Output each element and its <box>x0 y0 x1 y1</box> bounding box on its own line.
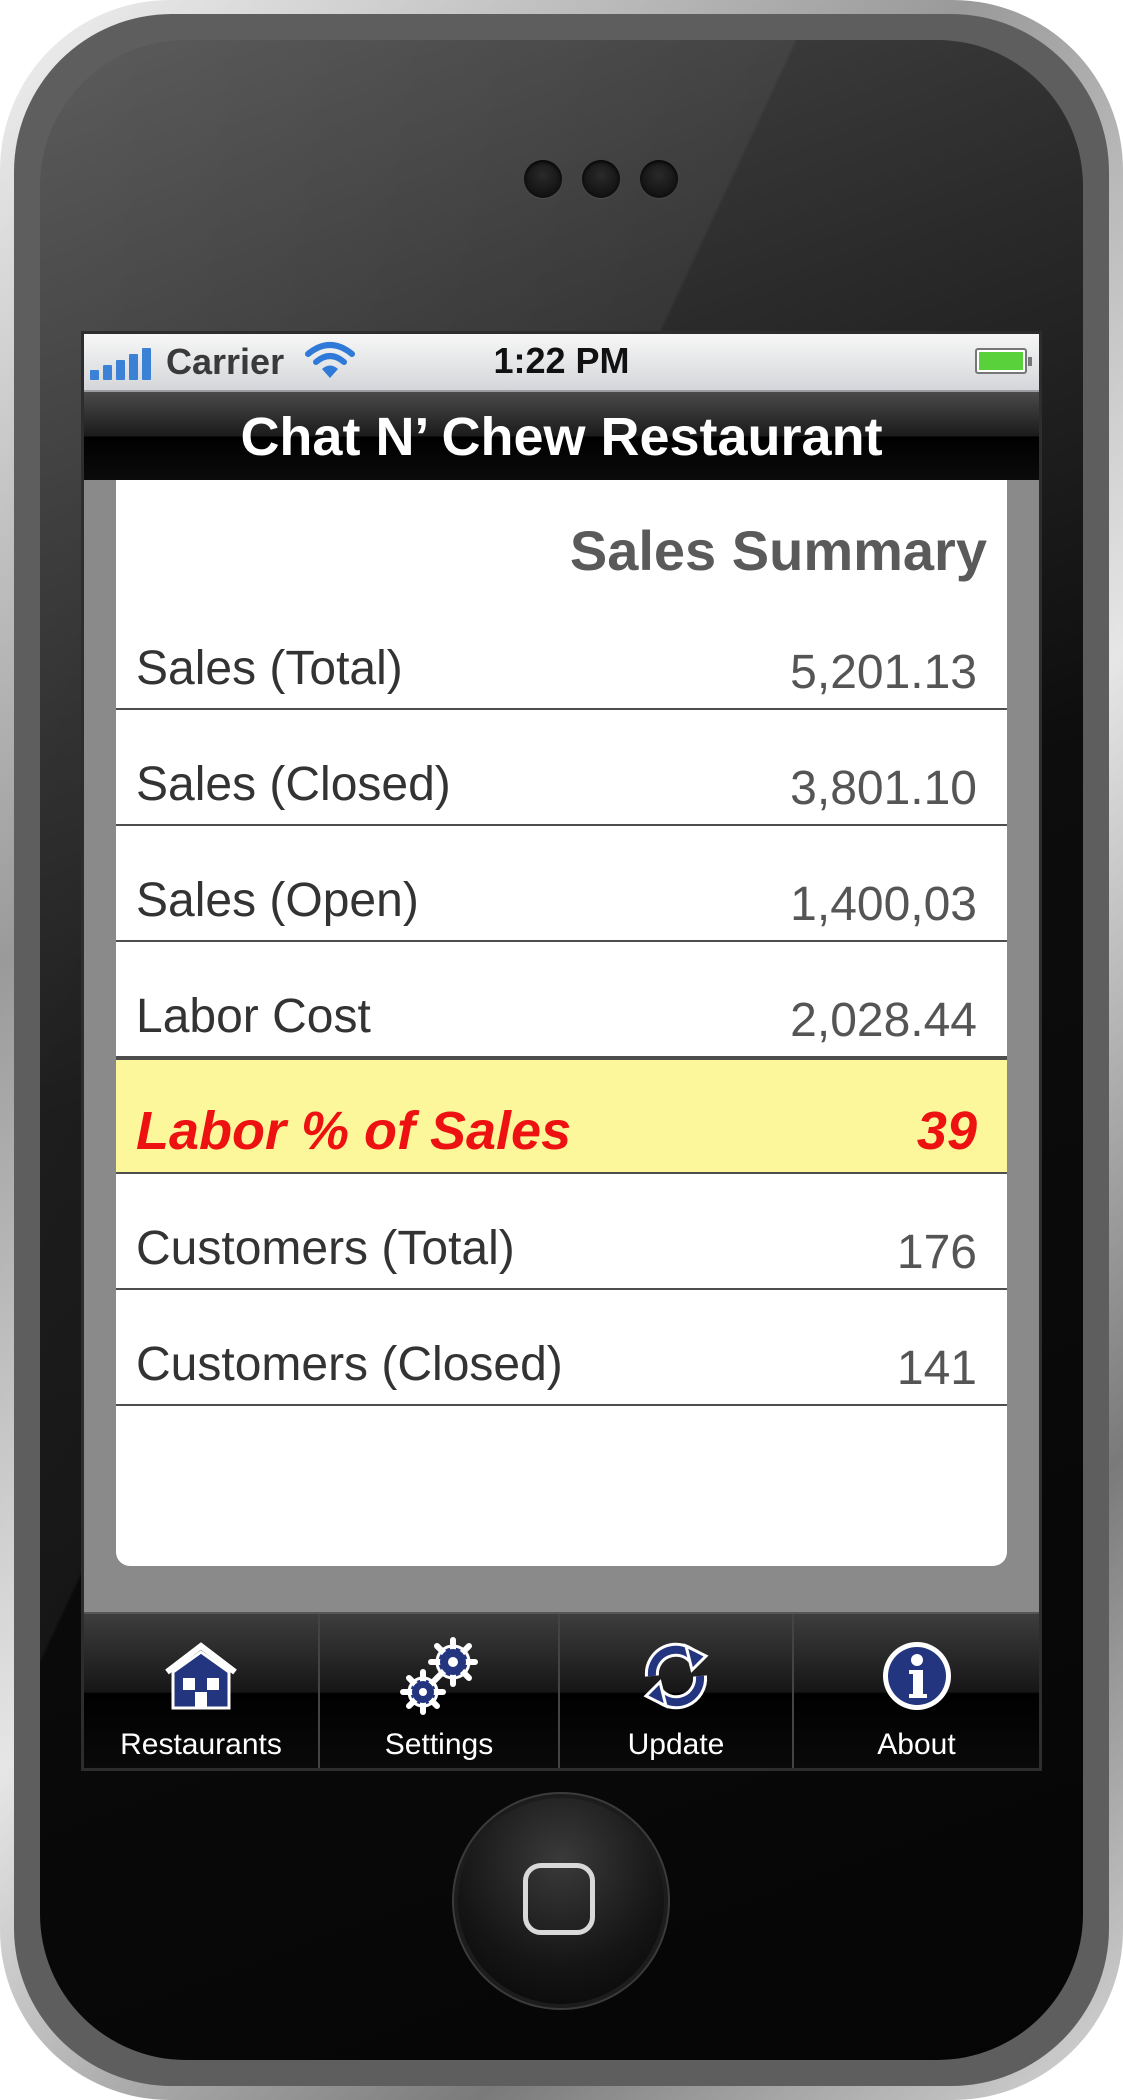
summary-row-customers-total: Customers (Total) 176 <box>116 1174 1007 1290</box>
tab-about[interactable]: About <box>794 1614 1039 1768</box>
row-label: Sales (Closed) <box>136 758 451 811</box>
tab-bar: Restaurants Settings Update About <box>84 1612 1039 1768</box>
speaker-dot <box>582 160 620 198</box>
refresh-icon <box>643 1642 709 1710</box>
row-label: Sales (Open) <box>136 874 419 927</box>
tab-label: Settings <box>384 1728 494 1761</box>
tab-restaurants[interactable]: Restaurants <box>84 1614 320 1768</box>
tab-settings[interactable]: Settings <box>320 1614 560 1768</box>
gears-icon <box>400 1637 478 1715</box>
row-value: 3,801.10 <box>790 762 977 815</box>
navigation-bar: Chat N’ Chew Restaurant <box>84 392 1039 480</box>
row-value: 39 <box>916 1101 977 1161</box>
status-bar: Carrier 1:22 PM <box>84 334 1039 392</box>
summary-row-labor-cost: Labor Cost 2,028.44 <box>116 942 1007 1058</box>
tab-label: Update <box>627 1728 725 1761</box>
battery-icon <box>975 348 1032 374</box>
battery-level <box>979 352 1023 370</box>
summary-row-customers-closed: Customers (Closed) 141 <box>116 1290 1007 1406</box>
status-time: 1:22 PM <box>493 340 630 381</box>
speaker-dot <box>640 160 678 198</box>
summary-row-sales-closed: Sales (Closed) 3,801.10 <box>116 710 1007 826</box>
earpiece-speaker <box>524 160 684 204</box>
row-value: 141 <box>896 1342 977 1395</box>
row-label: Customers (Closed) <box>136 1338 563 1391</box>
summary-row-sales-open: Sales (Open) 1,400,03 <box>116 826 1007 942</box>
home-button[interactable] <box>458 1798 664 2004</box>
house-icon <box>165 1642 237 1710</box>
row-value: 2,028.44 <box>790 994 977 1047</box>
home-button-icon <box>523 1863 595 1935</box>
summary-row-sales-total: Sales (Total) 5,201.13 <box>116 594 1007 710</box>
row-value: 1,400,03 <box>790 878 977 931</box>
tab-label: Restaurants <box>120 1728 282 1761</box>
section-title: Sales Summary <box>569 519 987 582</box>
speaker-dot <box>524 160 562 198</box>
page-title: Chat N’ Chew Restaurant <box>240 407 883 467</box>
tab-label: About <box>877 1728 956 1761</box>
row-label: Sales (Total) <box>136 642 403 695</box>
row-value: 5,201.13 <box>790 646 977 699</box>
row-label: Customers (Total) <box>136 1222 515 1275</box>
phone-frame: Carrier 1:22 PM Chat N’ Chew Restaurant … <box>0 0 1123 2100</box>
row-label: Labor Cost <box>136 990 371 1043</box>
summary-row-labor-percent: Labor % of Sales 39 <box>116 1058 1007 1174</box>
info-icon <box>882 1642 951 1710</box>
row-label: Labor % of Sales <box>136 1101 572 1161</box>
tab-update[interactable]: Update <box>560 1614 794 1768</box>
row-value: 176 <box>896 1226 977 1279</box>
phone-screen: Carrier 1:22 PM Chat N’ Chew Restaurant … <box>84 334 1039 1768</box>
sales-summary-panel: Sales Summary Sales (Total) 5,201.13 Sal… <box>116 480 1007 1566</box>
